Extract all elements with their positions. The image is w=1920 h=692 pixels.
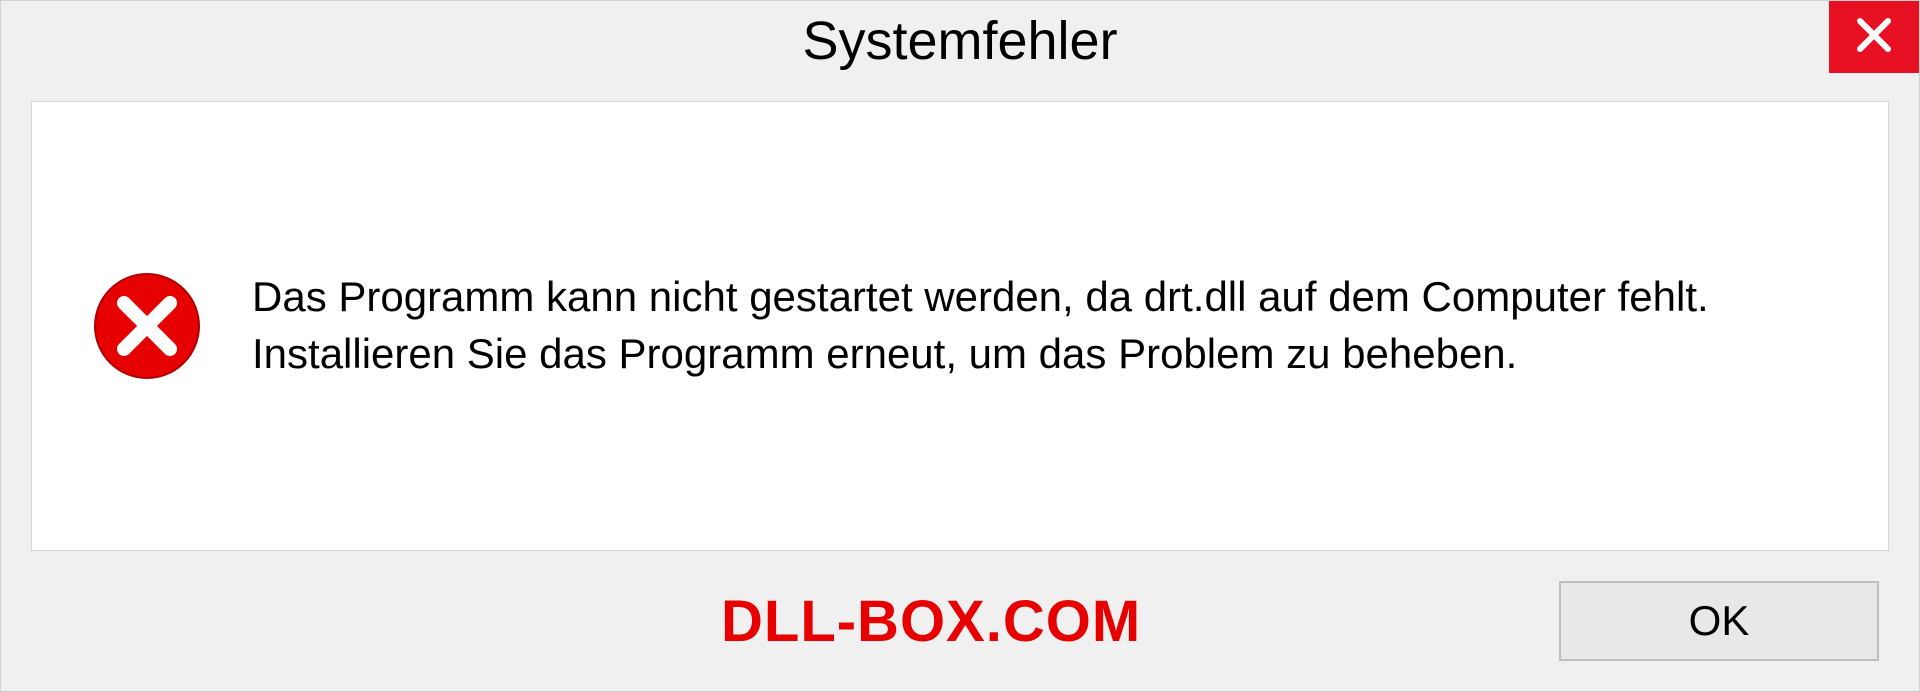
error-dialog: Systemfehler Das Programm kann nicht ges… xyxy=(0,0,1920,692)
watermark-text: DLL-BOX.COM xyxy=(721,588,1141,655)
dialog-footer: DLL-BOX.COM OK xyxy=(1,551,1919,691)
titlebar: Systemfehler xyxy=(1,1,1919,81)
ok-button[interactable]: OK xyxy=(1559,581,1879,661)
close-button[interactable] xyxy=(1829,1,1919,73)
dialog-body: Das Programm kann nicht gestartet werden… xyxy=(31,101,1889,551)
error-message: Das Programm kann nicht gestartet werden… xyxy=(252,269,1752,382)
dialog-title: Systemfehler xyxy=(802,10,1117,72)
close-icon xyxy=(1854,15,1894,60)
ok-button-label: OK xyxy=(1689,597,1750,645)
error-icon xyxy=(92,271,202,381)
